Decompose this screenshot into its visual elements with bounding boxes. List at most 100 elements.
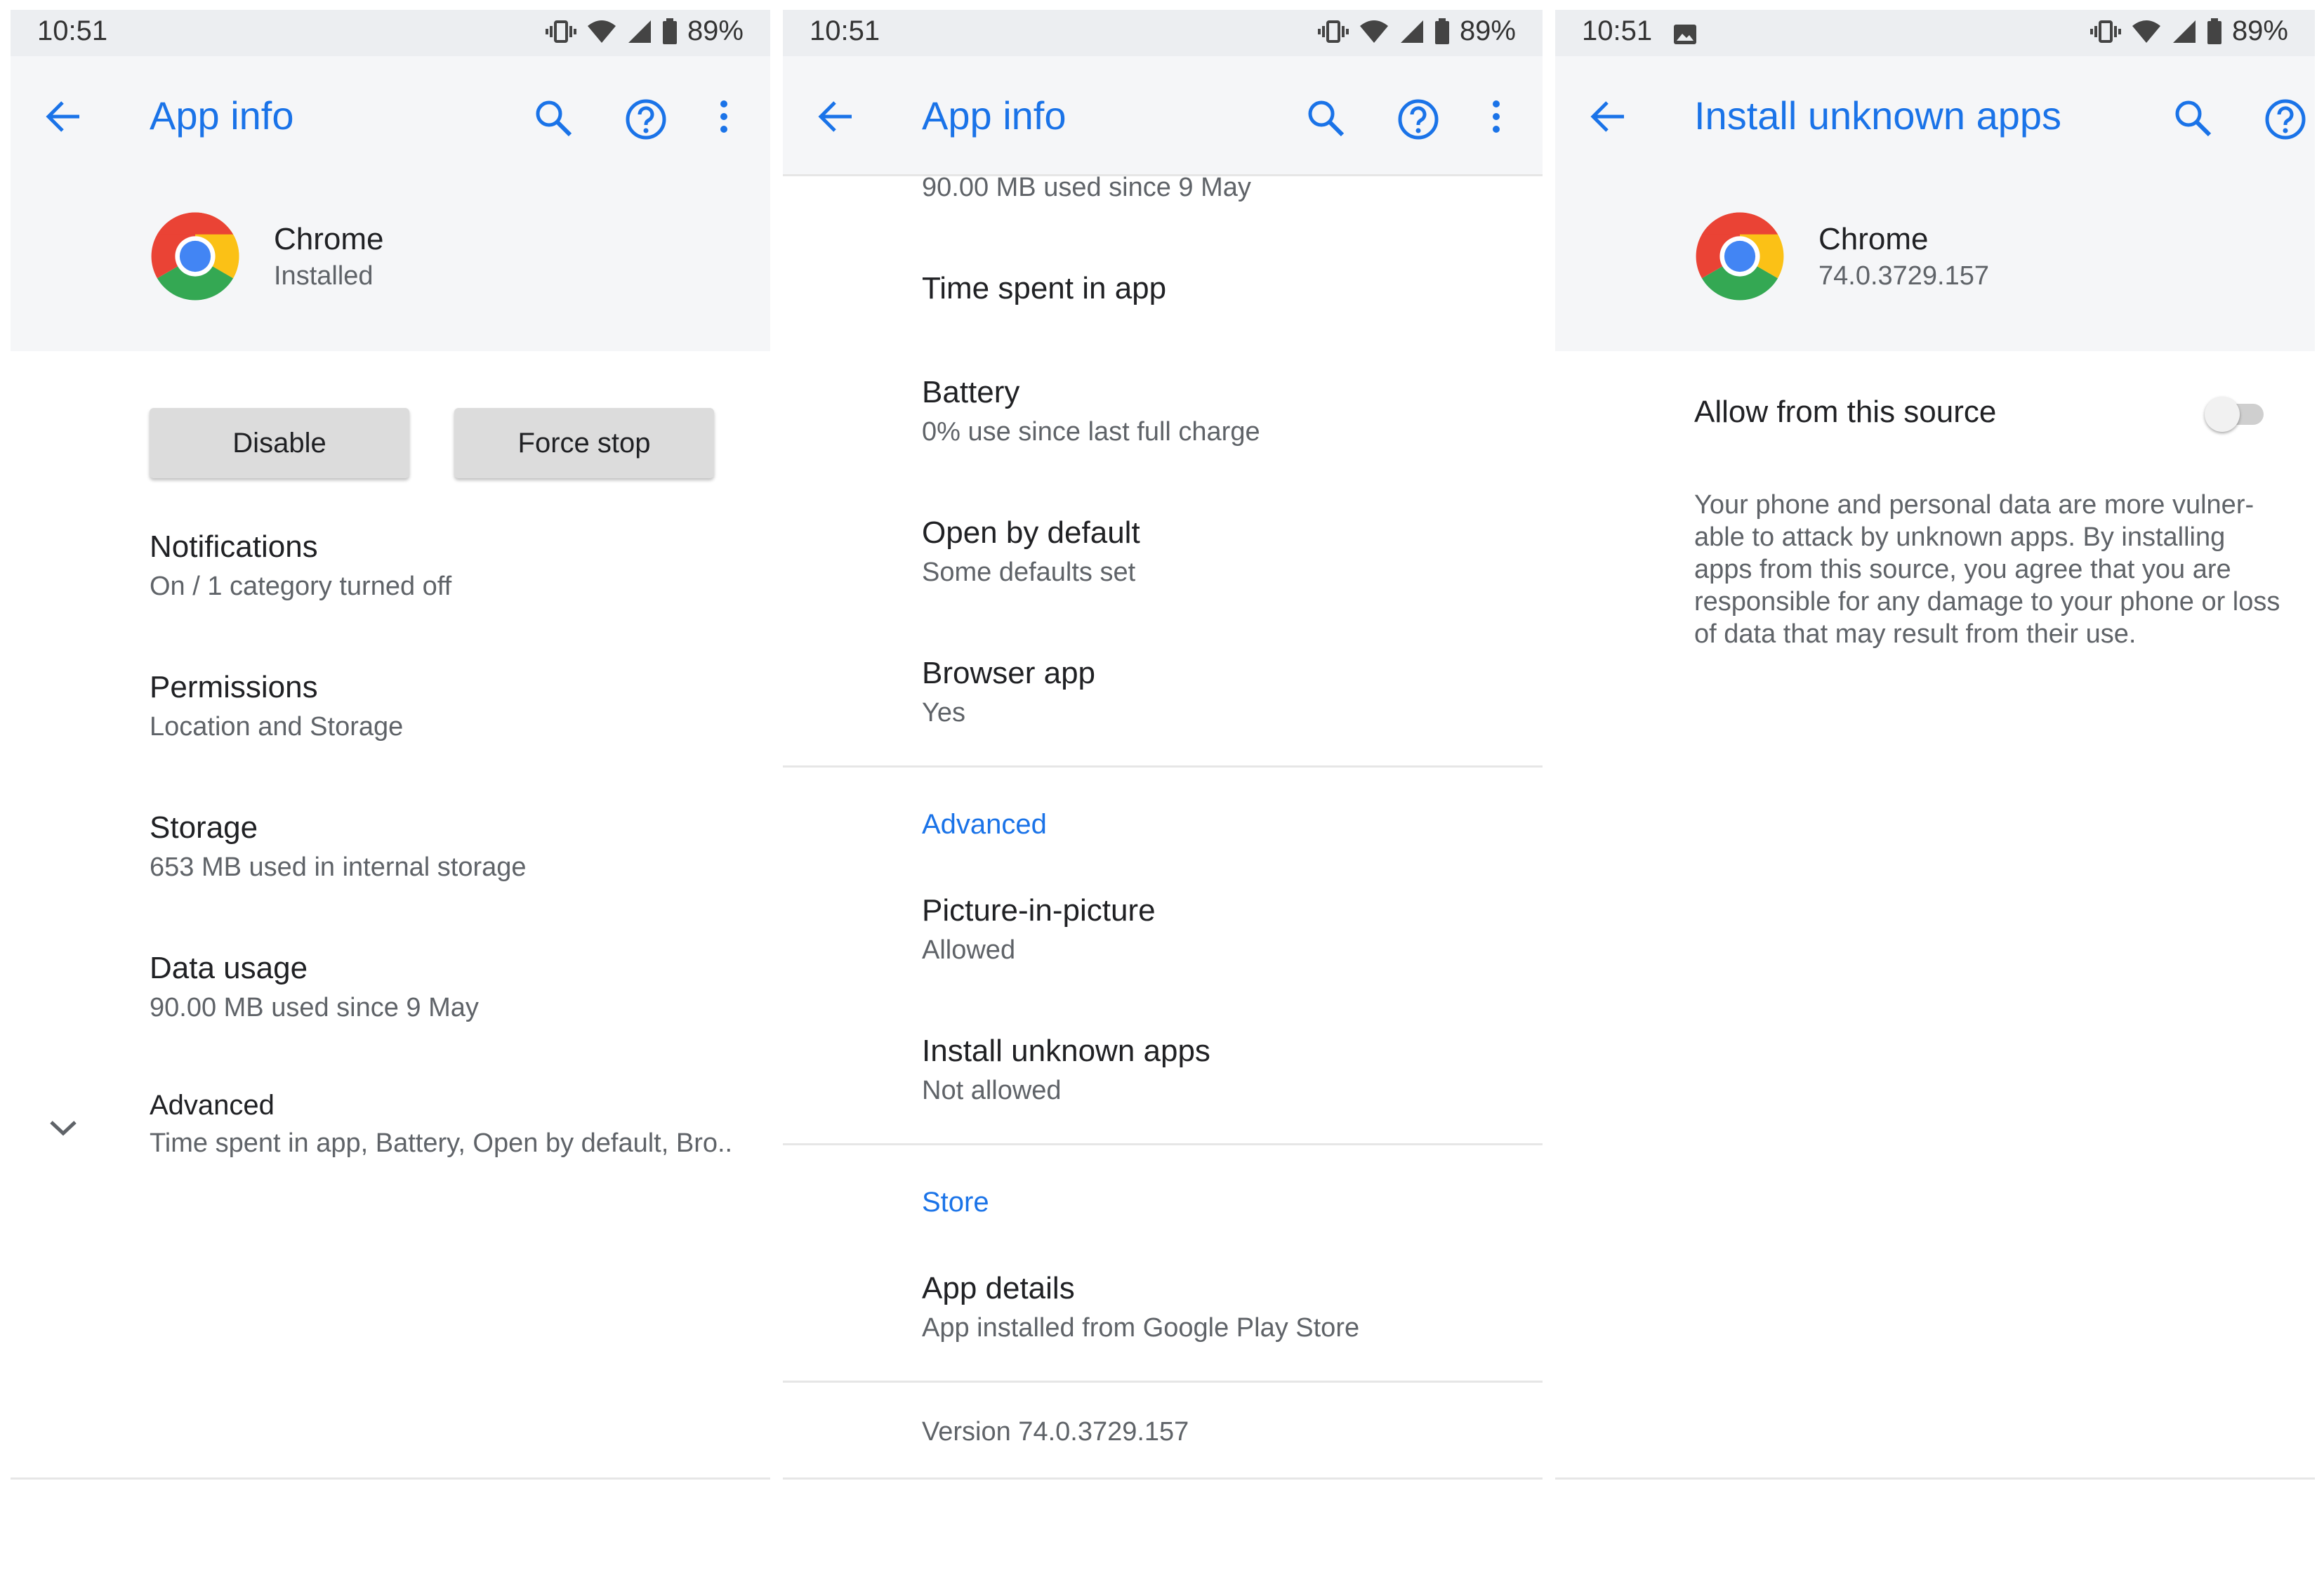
item-title: Advanced xyxy=(150,1090,275,1121)
item-subtitle: App installed from Google Play Store xyxy=(922,1313,1360,1343)
app-version: 74.0.3729.157 xyxy=(1818,261,1990,291)
screen-app-info-scrolled: 10:51 89% App info 90.00 MB used since 9… xyxy=(783,10,1543,1492)
chevron-down-icon[interactable] xyxy=(48,1118,78,1141)
battery-percent: 89% xyxy=(687,15,744,46)
page-title: App info xyxy=(150,93,294,138)
toggle-label: Allow from this source xyxy=(1694,395,1997,429)
item-subtitle: 653 MB used in internal storage xyxy=(150,852,527,882)
screen-install-unknown-apps: 10:51 89% Install unknown apps Chrome 74… xyxy=(1555,10,2315,1492)
list-item-time-spent[interactable]: Time spent in app xyxy=(922,271,1526,306)
app-name: Chrome xyxy=(274,222,384,256)
list-item-data-usage-partial[interactable]: 90.00 MB used since 9 May xyxy=(922,173,1526,203)
more-vert-icon[interactable] xyxy=(718,98,729,138)
item-title: Data usage xyxy=(150,951,308,985)
status-bar: 10:51 89% xyxy=(1555,10,2315,56)
list-item-picture-in-picture[interactable]: Picture-in-picture Allowed xyxy=(922,893,1526,966)
search-icon[interactable] xyxy=(2173,98,2212,141)
divider xyxy=(783,1381,1543,1383)
item-title: Time spent in app xyxy=(922,271,1167,305)
status-bar: 10:51 89% xyxy=(11,10,770,56)
list-item-notifications[interactable]: Notifications On / 1 category turned off xyxy=(150,529,753,602)
signal-icon xyxy=(627,19,652,44)
item-subtitle: Allowed xyxy=(922,935,1016,965)
battery-icon xyxy=(662,18,678,45)
help-icon[interactable] xyxy=(625,98,667,144)
item-title: App details xyxy=(922,1271,1075,1305)
battery-percent: 89% xyxy=(1459,15,1516,46)
divider xyxy=(783,765,1543,768)
version-text: Version 74.0.3729.157 xyxy=(922,1417,1526,1447)
vibrate-icon xyxy=(2089,18,2121,46)
nav-divider xyxy=(783,1477,1543,1480)
item-subtitle: Some defaults set xyxy=(922,558,1136,587)
list-item-permissions[interactable]: Permissions Location and Storage xyxy=(150,670,753,742)
item-title: Battery xyxy=(922,375,1020,409)
allow-source-toggle[interactable] xyxy=(2205,393,2268,435)
divider xyxy=(783,1143,1543,1145)
app-bar: App info xyxy=(783,56,1543,176)
item-title: Browser app xyxy=(922,656,1096,690)
nav-divider xyxy=(1555,1477,2315,1480)
item-subtitle: 90.00 MB used since 9 May xyxy=(150,993,479,1022)
chrome-logo-icon xyxy=(1694,211,1785,302)
screen-app-info: 10:51 89% App info Chrome Installed Disa… xyxy=(11,10,770,1492)
help-icon[interactable] xyxy=(1397,98,1439,144)
item-subtitle: Location and Storage xyxy=(150,712,404,742)
version-label: Version 74.0.3729.157 xyxy=(922,1417,1189,1447)
nav-divider xyxy=(11,1477,770,1480)
list-item-data-usage[interactable]: Data usage 90.00 MB used since 9 May xyxy=(150,951,753,1023)
item-subtitle: On / 1 category turned off xyxy=(150,572,452,601)
item-subtitle: Not allowed xyxy=(922,1076,1062,1105)
list-item-advanced[interactable]: Advanced Time spent in app, Battery, Ope… xyxy=(150,1090,753,1159)
app-name: Chrome xyxy=(1818,222,1929,256)
wifi-icon xyxy=(1359,19,1389,44)
page-title: App info xyxy=(922,93,1067,138)
battery-icon xyxy=(2207,18,2222,45)
wifi-icon xyxy=(586,19,617,44)
help-icon[interactable] xyxy=(2264,98,2306,144)
toggle-thumb xyxy=(2205,397,2240,432)
vibrate-icon xyxy=(545,18,576,46)
item-subtitle: Time spent in app, Battery, Open by defa… xyxy=(150,1128,733,1158)
image-icon xyxy=(1673,24,1697,45)
item-subtitle: 90.00 MB used since 9 May xyxy=(922,173,1251,202)
back-arrow-icon[interactable] xyxy=(817,100,853,137)
disable-button[interactable]: Disable xyxy=(150,408,409,478)
back-arrow-icon[interactable] xyxy=(1589,100,1625,137)
status-time: 10:51 xyxy=(1582,15,1653,46)
item-title: Install unknown apps xyxy=(922,1034,1210,1068)
battery-percent: 89% xyxy=(2231,15,2288,46)
list-item-open-by-default[interactable]: Open by default Some defaults set xyxy=(922,515,1526,588)
section-header-advanced: Advanced xyxy=(922,809,1047,840)
item-title: Permissions xyxy=(150,670,318,704)
status-time: 10:51 xyxy=(37,15,108,46)
battery-icon xyxy=(1434,18,1450,45)
list-item-storage[interactable]: Storage 653 MB used in internal storage xyxy=(150,810,753,883)
section-header-store: Store xyxy=(922,1187,989,1218)
search-icon[interactable] xyxy=(534,98,573,141)
app-bar: Install unknown apps xyxy=(1555,56,2315,176)
item-title: Storage xyxy=(150,810,258,845)
wifi-icon xyxy=(2131,19,2162,44)
status-time: 10:51 xyxy=(810,15,880,46)
signal-icon xyxy=(2172,19,2197,44)
chrome-logo-icon xyxy=(150,211,241,302)
app-header: Chrome 74.0.3729.157 xyxy=(1555,176,2315,351)
force-stop-button[interactable]: Force stop xyxy=(454,408,714,478)
list-item-browser-app[interactable]: Browser app Yes xyxy=(922,656,1526,728)
app-status: Installed xyxy=(274,261,374,291)
list-item-app-details[interactable]: App details App installed from Google Pl… xyxy=(922,1271,1526,1343)
item-subtitle: 0% use since last full charge xyxy=(922,417,1260,447)
list-item-battery[interactable]: Battery 0% use since last full charge xyxy=(922,375,1526,447)
back-arrow-icon[interactable] xyxy=(44,100,81,137)
more-vert-icon[interactable] xyxy=(1491,98,1502,138)
list-item-install-unknown-apps[interactable]: Install unknown apps Not allowed xyxy=(922,1034,1526,1106)
status-bar: 10:51 89% xyxy=(783,10,1543,56)
allow-source-row[interactable]: Allow from this source xyxy=(1694,395,2186,430)
app-bar: App info xyxy=(11,56,770,176)
page-title: Install unknown apps xyxy=(1694,93,2062,138)
warning-description: Your phone and personal data are more vu… xyxy=(1694,490,2280,649)
vibrate-icon xyxy=(1317,18,1349,46)
search-icon[interactable] xyxy=(1306,98,1345,141)
item-title: Picture-in-picture xyxy=(922,893,1156,928)
